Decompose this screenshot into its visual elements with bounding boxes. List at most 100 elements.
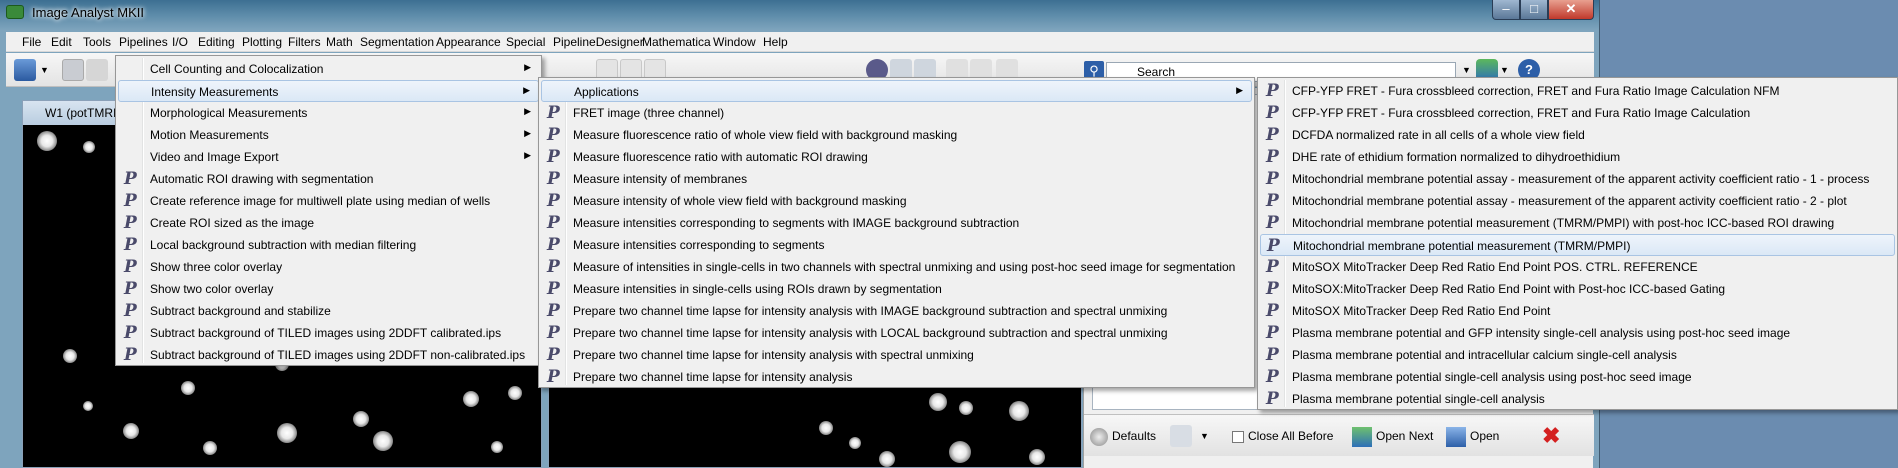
menu-item-pipeline[interactable]: P DCFDA normalized rate in all cells of a… xyxy=(1260,124,1895,146)
pipeline-panel-toolbar: Defaults ▼ Close All Before Open Next Op… xyxy=(1084,414,1594,456)
menu-segmentation[interactable]: Segmentation xyxy=(360,35,434,49)
menu-item-pipeline[interactable]: P Plasma membrane potential and GFP inten… xyxy=(1260,322,1895,344)
applications-menu: P CFP-YFP FRET - Fura crossbleed correcti… xyxy=(1257,77,1898,410)
menu-item-intensity-measurements[interactable]: Intensity Measurements ▶ xyxy=(118,80,539,102)
close-all-before-label: Close All Before xyxy=(1248,429,1334,443)
menu-tools[interactable]: Tools xyxy=(83,35,111,49)
menu-item-pipeline[interactable]: P Mitochondrial membrane potential assay … xyxy=(1260,168,1895,190)
close-all-before-checkbox[interactable]: Close All Before xyxy=(1232,425,1333,447)
menu-pipelinedesigner[interactable]: PipelineDesigner xyxy=(553,35,644,49)
pipeline-icon: P xyxy=(1266,367,1279,387)
open-button[interactable]: Open xyxy=(1446,425,1499,447)
pipeline-icon: P xyxy=(1266,279,1279,299)
menu-item-pipeline[interactable]: P MitoSOX:MitoTracker Deep Red Ratio End … xyxy=(1260,278,1895,300)
menu-item-pipeline[interactable]: P Show three color overlay xyxy=(118,256,539,278)
pipeline-icon: P xyxy=(124,191,137,211)
menu-filters[interactable]: Filters xyxy=(288,35,321,49)
menu-item-pipeline[interactable]: P Plasma membrane potential single-cell a… xyxy=(1260,366,1895,388)
pipeline-icon: P xyxy=(547,367,560,387)
menu-mathematica[interactable]: Mathematica xyxy=(642,35,711,49)
menu-item-pipeline[interactable]: P Automatic ROI drawing with segmentation xyxy=(118,168,539,190)
menu-item-pipeline[interactable]: P Subtract background of TILED images usi… xyxy=(118,322,539,344)
pipeline-icon: P xyxy=(124,301,137,321)
menu-item-morphological[interactable]: Morphological Measurements ▶ xyxy=(118,102,539,124)
menu-item-pipeline[interactable]: P Subtract background of TILED images usi… xyxy=(118,344,539,366)
menu-item-pipeline[interactable]: P Measure fluorescence ratio of whole vie… xyxy=(541,124,1252,146)
menu-window[interactable]: Window xyxy=(713,35,756,49)
menu-item-pipeline[interactable]: P Measure of intensities in single-cells … xyxy=(541,256,1252,278)
open-file-icon[interactable] xyxy=(14,59,36,81)
item-label: Prepare two channel time lapse for inten… xyxy=(573,370,853,384)
menu-item-pipeline[interactable]: P MitoSOX MitoTracker Deep Red Ratio End … xyxy=(1260,300,1895,322)
menu-edit[interactable]: Edit xyxy=(51,35,72,49)
close-window-button[interactable]: ✕ xyxy=(1548,0,1594,20)
menu-item-cell-counting[interactable]: Cell Counting and Colocalization ▶ xyxy=(118,58,539,80)
cell-spot xyxy=(949,441,971,463)
menu-io[interactable]: I/O xyxy=(172,35,188,49)
defaults-label: Defaults xyxy=(1112,429,1157,443)
menu-item-pipeline[interactable]: P CFP-YFP FRET - Fura crossbleed correcti… xyxy=(1260,102,1895,124)
menu-help[interactable]: Help xyxy=(763,35,788,49)
defaults-button[interactable]: Defaults xyxy=(1090,425,1156,447)
menu-item-pipeline[interactable]: P Subtract background and stabilize xyxy=(118,300,539,322)
menu-item-pipeline[interactable]: P Prepare two channel time lapse for inte… xyxy=(541,366,1252,388)
item-label: Prepare two channel time lapse for inten… xyxy=(573,326,1168,340)
menu-editing[interactable]: Editing xyxy=(198,35,235,49)
menu-item-pipeline[interactable]: P Prepare two channel time lapse for inte… xyxy=(541,300,1252,322)
menu-item-pipeline[interactable]: P Plasma membrane potential single-cell a… xyxy=(1260,388,1895,410)
menu-item-pipeline[interactable]: P CFP-YFP FRET - Fura crossbleed correcti… xyxy=(1260,80,1895,102)
pipeline-icon: P xyxy=(1266,323,1279,343)
menu-file[interactable]: File xyxy=(22,35,41,49)
menu-item-pipeline[interactable]: P FRET image (three channel) xyxy=(541,102,1252,124)
menu-item-pipeline[interactable]: P Local background subtraction with media… xyxy=(118,234,539,256)
menu-item-pipeline-highlighted[interactable]: P Mitochondrial membrane potential measur… xyxy=(1260,234,1895,256)
pipeline-icon: P xyxy=(547,169,560,189)
menu-item-pipeline[interactable]: P Mitochondrial membrane potential measur… xyxy=(1260,212,1895,234)
menu-item-pipeline[interactable]: P Mitochondrial membrane potential assay … xyxy=(1260,190,1895,212)
menu-plotting[interactable]: Plotting xyxy=(242,35,282,49)
menu-item-pipeline[interactable]: P Measure intensities in single-cells usi… xyxy=(541,278,1252,300)
menu-item-motion[interactable]: Motion Measurements ▶ xyxy=(118,124,539,146)
close-icon[interactable]: ✖ xyxy=(1542,425,1560,447)
menu-item-pipeline[interactable]: P Plasma membrane potential and intracell… xyxy=(1260,344,1895,366)
menu-pipelines[interactable]: Pipelines xyxy=(119,35,168,49)
menu-appearance[interactable]: Appearance xyxy=(436,35,501,49)
minimize-button[interactable]: – xyxy=(1492,0,1520,20)
menu-item-pipeline[interactable]: P Prepare two channel time lapse for inte… xyxy=(541,344,1252,366)
menu-item-pipeline[interactable]: P MitoSOX MitoTracker Deep Red Ratio End … xyxy=(1260,256,1895,278)
menu-item-video-export[interactable]: Video and Image Export ▶ xyxy=(118,146,539,168)
item-label: Plasma membrane potential and GFP intens… xyxy=(1292,326,1791,340)
pipeline-icon: P xyxy=(547,279,560,299)
tool-icon[interactable] xyxy=(86,59,108,81)
menu-special[interactable]: Special xyxy=(506,35,545,49)
submenu-arrow-icon: ▶ xyxy=(523,85,530,95)
pipeline-icon: P xyxy=(1267,236,1280,256)
menu-item-pipeline[interactable]: P Show two color overlay xyxy=(118,278,539,300)
menu-item-pipeline[interactable]: P Measure intensity of whole view field w… xyxy=(541,190,1252,212)
menu-item-pipeline[interactable]: P Prepare two channel time lapse for inte… xyxy=(541,322,1252,344)
pipeline-disabled-icon[interactable] xyxy=(1170,425,1192,447)
item-label: Video and Image Export xyxy=(150,150,279,164)
menu-item-pipeline[interactable]: P Create reference image for multiwell pl… xyxy=(118,190,539,212)
menu-item-applications[interactable]: Applications ▶ xyxy=(541,80,1252,102)
maximize-button[interactable]: □ xyxy=(1520,0,1548,20)
chevron-down-icon[interactable]: ▼ xyxy=(40,65,50,87)
item-label: FRET image (three channel) xyxy=(573,106,725,120)
menu-item-pipeline[interactable]: P Measure intensities corresponding to se… xyxy=(541,212,1252,234)
menu-item-pipeline[interactable]: P DHE rate of ethidium formation normaliz… xyxy=(1260,146,1895,168)
pipeline-icon: P xyxy=(1266,103,1279,123)
menu-item-pipeline[interactable]: P Measure fluorescence ratio with automat… xyxy=(541,146,1252,168)
open-next-button[interactable]: Open Next xyxy=(1352,425,1433,447)
document-icon[interactable] xyxy=(62,59,84,81)
defaults-dropdown-icon[interactable]: ▼ xyxy=(1200,425,1209,447)
pipeline-icon: P xyxy=(547,191,560,211)
menu-math[interactable]: Math xyxy=(326,35,353,49)
menu-bar: File Edit Tools Pipelines I/O Editing Pl… xyxy=(6,32,1594,52)
pipeline-icon: P xyxy=(124,169,137,189)
menu-item-pipeline[interactable]: P Measure intensity of membranes xyxy=(541,168,1252,190)
item-label: Mitochondrial membrane potential assay -… xyxy=(1292,194,1847,208)
menu-item-pipeline[interactable]: P Measure intensities corresponding to se… xyxy=(541,234,1252,256)
pipeline-icon: P xyxy=(124,213,137,233)
cell-spot xyxy=(463,391,479,407)
menu-item-pipeline[interactable]: P Create ROI sized as the image xyxy=(118,212,539,234)
